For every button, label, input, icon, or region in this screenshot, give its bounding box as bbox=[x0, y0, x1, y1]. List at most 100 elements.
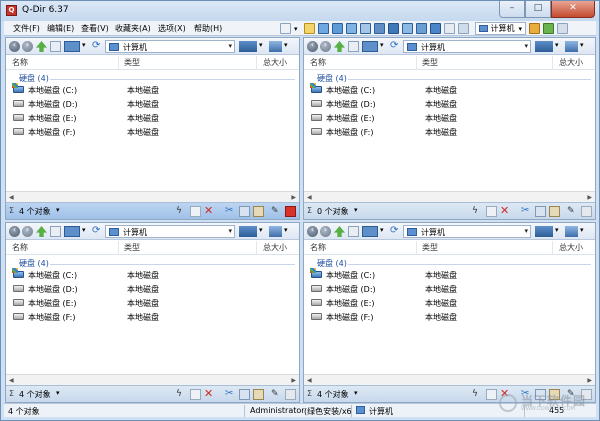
column-type[interactable]: 类型 bbox=[124, 57, 140, 68]
filter-icon[interactable]: ϟ bbox=[472, 206, 483, 217]
pane-top-left[interactable]: ‹ › ▾ ⟳ 计算机 ▾ ▾ ▾ 名称 类型 总大小 硬盘 (4) 本地磁盘 (C:) 本地磁盘 本地磁盘… bbox=[5, 37, 300, 220]
chevron-down-icon[interactable]: ▾ bbox=[82, 226, 86, 234]
column-separator[interactable] bbox=[416, 241, 417, 254]
chevron-down-icon[interactable]: ▾ bbox=[555, 41, 559, 49]
edit-icon[interactable]: ✎ bbox=[271, 206, 282, 217]
menu-options[interactable]: 选项(X) bbox=[158, 23, 186, 34]
forward-icon[interactable]: › bbox=[22, 225, 33, 237]
column-separator[interactable] bbox=[552, 56, 553, 69]
list-item[interactable]: 本地磁盘 (D:) 本地磁盘 bbox=[308, 98, 588, 110]
forward-icon[interactable]: › bbox=[320, 40, 331, 52]
scroll-left-icon[interactable]: ◀ bbox=[307, 377, 312, 384]
list-item[interactable]: 本地磁盘 (E:) 本地磁盘 bbox=[10, 297, 290, 309]
panes-7-icon[interactable] bbox=[401, 23, 413, 34]
chevron-down-icon[interactable]: ▾ bbox=[56, 389, 60, 397]
view-toggle-icon[interactable] bbox=[535, 226, 553, 237]
scroll-right-icon[interactable]: ▶ bbox=[291, 194, 296, 201]
close-button[interactable]: ✕ bbox=[551, 1, 595, 18]
filter-icon[interactable]: ϟ bbox=[472, 389, 483, 400]
panes-9-icon[interactable] bbox=[429, 23, 441, 34]
new-folder-icon[interactable] bbox=[486, 206, 497, 217]
list-item[interactable]: 本地磁盘 (C:) 本地磁盘 bbox=[10, 268, 290, 281]
filter-icon[interactable]: ϟ bbox=[176, 389, 187, 400]
cut-icon[interactable]: ✂ bbox=[225, 206, 236, 217]
list-item[interactable]: 本地磁盘 (F:) 本地磁盘 bbox=[10, 126, 290, 138]
list-item[interactable]: 本地磁盘 (F:) 本地磁盘 bbox=[10, 311, 290, 323]
up-icon[interactable] bbox=[36, 226, 47, 237]
cut-icon[interactable]: ✂ bbox=[521, 206, 532, 217]
delete-icon[interactable]: ✕ bbox=[204, 205, 215, 217]
edit-icon[interactable]: ✎ bbox=[567, 206, 578, 217]
pane-options-icon[interactable] bbox=[269, 41, 282, 52]
address-mode-icon[interactable] bbox=[50, 226, 61, 237]
scroll-left-icon[interactable]: ◀ bbox=[9, 194, 14, 201]
address-input[interactable]: 计算机 ▾ bbox=[403, 225, 531, 238]
refresh-icon[interactable]: ⟳ bbox=[92, 226, 103, 237]
edit-icon[interactable]: ✎ bbox=[271, 389, 282, 400]
column-separator[interactable] bbox=[118, 241, 119, 254]
view-mode-icon[interactable] bbox=[362, 41, 378, 52]
column-size[interactable]: 总大小 bbox=[263, 242, 287, 253]
list-item[interactable]: 本地磁盘 (C:) 本地磁盘 bbox=[10, 83, 290, 96]
group-header[interactable]: 硬盘 (4) bbox=[317, 73, 347, 84]
up-icon[interactable] bbox=[36, 41, 47, 52]
pane-marker-icon[interactable] bbox=[285, 206, 296, 217]
scroll-right-icon[interactable]: ▶ bbox=[587, 377, 592, 384]
view-mode-icon[interactable] bbox=[64, 226, 80, 237]
copy-icon[interactable] bbox=[535, 206, 546, 217]
pane-top-right[interactable]: ‹ › ▾ ⟳ 计算机 ▾ ▾ ▾ 名称 类型 总大小 硬盘 (4) 本地磁盘 (C:) 本地磁盘 本地磁盘… bbox=[303, 37, 596, 220]
address-input[interactable]: 计算机 ▾ bbox=[105, 40, 235, 53]
list-item[interactable]: 本地磁盘 (E:) 本地磁盘 bbox=[10, 112, 290, 124]
rows-icon[interactable] bbox=[457, 23, 469, 34]
horizontal-scrollbar[interactable]: ◀ ▶ bbox=[6, 374, 299, 385]
address-mode-icon[interactable] bbox=[348, 41, 359, 52]
address-mode-icon[interactable] bbox=[348, 226, 359, 237]
column-name[interactable]: 名称 bbox=[310, 57, 326, 68]
back-icon[interactable]: ‹ bbox=[307, 40, 318, 52]
horizontal-scrollbar[interactable]: ◀ ▶ bbox=[304, 191, 595, 202]
column-type[interactable]: 类型 bbox=[422, 242, 438, 253]
chevron-down-icon[interactable]: ▾ bbox=[580, 41, 584, 49]
menu-file[interactable]: 文件(F) bbox=[13, 23, 40, 34]
view-mode-icon[interactable] bbox=[64, 41, 80, 52]
refresh-icon[interactable]: ⟳ bbox=[390, 41, 401, 52]
forward-icon[interactable]: › bbox=[320, 225, 331, 237]
list-item[interactable]: 本地磁盘 (D:) 本地磁盘 bbox=[10, 98, 290, 110]
pane-marker-icon[interactable] bbox=[581, 206, 592, 217]
chevron-down-icon[interactable]: ▾ bbox=[294, 25, 298, 33]
chevron-down-icon[interactable]: ▾ bbox=[555, 226, 559, 234]
refresh-icon[interactable]: ⟳ bbox=[390, 226, 401, 237]
chevron-down-icon[interactable]: ▾ bbox=[284, 226, 288, 234]
scroll-left-icon[interactable]: ◀ bbox=[307, 194, 312, 201]
chevron-down-icon[interactable]: ▾ bbox=[380, 41, 384, 49]
list-item[interactable]: 本地磁盘 (E:) 本地磁盘 bbox=[308, 112, 588, 124]
chevron-down-icon[interactable]: ▾ bbox=[284, 41, 288, 49]
columns-icon[interactable] bbox=[443, 23, 455, 34]
copy-icon[interactable] bbox=[239, 389, 250, 400]
back-icon[interactable]: ‹ bbox=[9, 40, 20, 52]
pane-options-icon[interactable] bbox=[269, 226, 282, 237]
list-item[interactable]: 本地磁盘 (D:) 本地磁盘 bbox=[308, 283, 588, 295]
panes-8-icon[interactable] bbox=[415, 23, 427, 34]
scroll-right-icon[interactable]: ▶ bbox=[587, 194, 592, 201]
panes-5-icon[interactable] bbox=[373, 23, 385, 34]
layout-icon[interactable] bbox=[280, 23, 291, 34]
chevron-down-icon[interactable]: ▾ bbox=[228, 42, 232, 50]
chevron-down-icon[interactable]: ▾ bbox=[354, 206, 358, 214]
address-mode-icon[interactable] bbox=[50, 41, 61, 52]
list-item[interactable]: 本地磁盘 (F:) 本地磁盘 bbox=[308, 126, 588, 138]
chevron-down-icon[interactable]: ▾ bbox=[380, 226, 384, 234]
up-icon[interactable] bbox=[334, 226, 345, 237]
title-bar[interactable]: Q Q-Dir 6.37 – □ ✕ bbox=[1, 1, 599, 21]
chevron-down-icon[interactable]: ▾ bbox=[56, 206, 60, 214]
horizontal-scrollbar[interactable]: ◀ ▶ bbox=[304, 374, 595, 385]
favorites-icon[interactable] bbox=[529, 23, 541, 34]
copy-icon[interactable] bbox=[239, 206, 250, 217]
paste-icon[interactable] bbox=[253, 389, 264, 400]
column-size[interactable]: 总大小 bbox=[559, 242, 583, 253]
back-icon[interactable]: ‹ bbox=[307, 225, 318, 237]
column-separator[interactable] bbox=[256, 56, 257, 69]
panes-3-icon[interactable] bbox=[345, 23, 357, 34]
column-size[interactable]: 总大小 bbox=[263, 57, 287, 68]
new-folder-icon[interactable] bbox=[486, 389, 497, 400]
